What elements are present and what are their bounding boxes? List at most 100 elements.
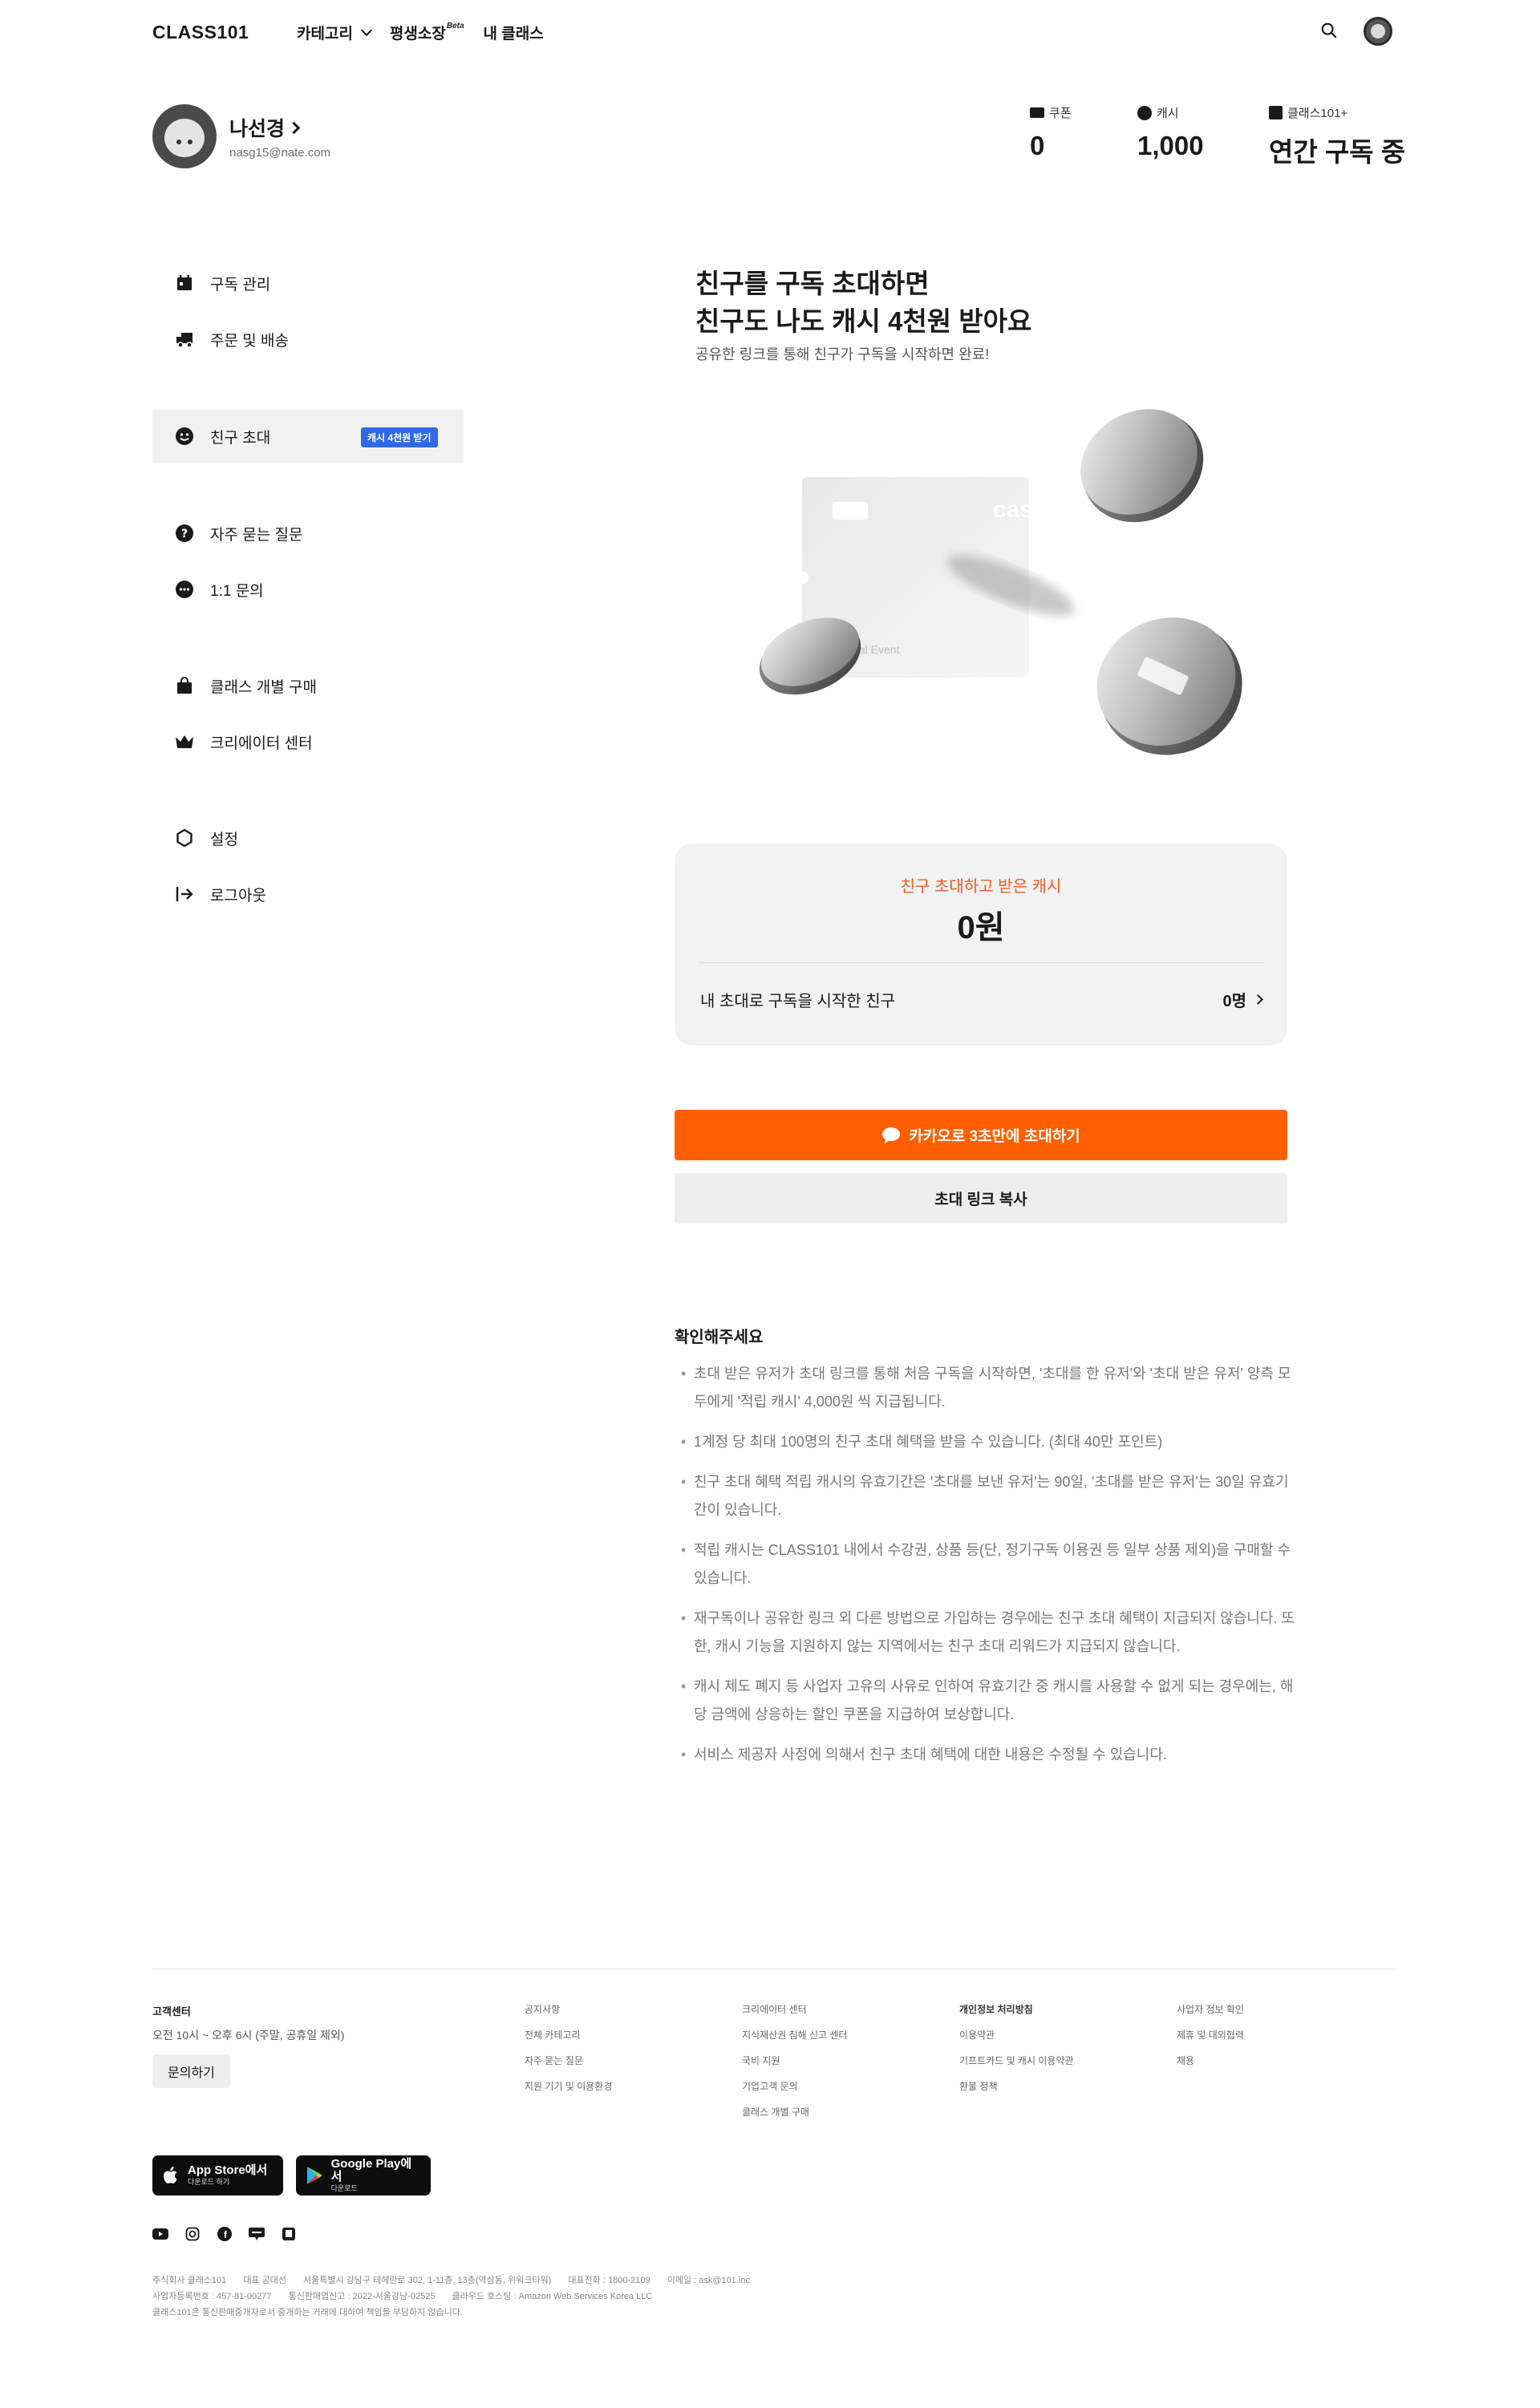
card-brand: cash [993,496,1048,523]
nav-category[interactable]: 카테고리 [297,22,372,43]
legal-text: 주식회사 클래스101 [152,2276,227,2285]
sidebar-item-orders[interactable]: 주문 및 배송 [152,313,464,366]
footer-links-col1: 공지사항 전체 카테고리 자주 묻는 질문 지원 기기 및 이용환경 [525,2003,612,2106]
chevron-down-icon [360,24,372,36]
smile-icon [173,425,196,447]
header-avatar[interactable] [1364,17,1392,46]
footer-links-col4: 사업자 정보 확인 제휴 및 대외협력 채용 [1177,2003,1244,2080]
post-icon[interactable] [281,2226,297,2242]
notice-list: 초대 받은 유저가 초대 링크를 통해 처음 구독을 시작하면, '초대를 한 … [681,1360,1299,1781]
crown-icon [173,730,196,753]
calendar-icon [1269,106,1283,119]
invite-summary-card: 친구 초대하고 받은 캐시 0원 내 초대로 구독을 시작한 친구 0명 [675,844,1287,1046]
invited-friends-count-wrap: 0명 [1222,988,1263,1011]
delivery-icon [173,328,196,350]
legal-text: 이메일 : ask@101.inc [667,2276,750,2285]
stat-subscription[interactable]: 클래스101+ 연간 구독 중 [1269,104,1405,169]
profile-name-link[interactable]: 나선경 [229,113,301,142]
footer-links-col2: 크리에이터 센터 지식재산권 침해 신고 센터 국비 지원 기업고객 문의 클래… [742,2003,847,2131]
blog-icon[interactable] [249,2226,265,2242]
notice-item: 초대 받은 유저가 초대 링크를 통해 처음 구독을 시작하면, '초대를 한 … [681,1360,1299,1416]
sidebar-item-class-purchase[interactable]: 클래스 개별 구매 [152,659,464,712]
coupon-value: 0 [1030,131,1045,160]
sidebar-item-label: 로그아웃 [210,887,266,905]
divider [699,962,1263,963]
beta-badge: Beta [446,21,464,30]
earned-cash-amount: 0원 [957,910,1005,945]
chat-bubble-icon [173,578,196,601]
chevron-right-icon [1253,994,1263,1005]
page-title-line2: 친구도 나도 캐시 4천원 받아요 [695,306,1032,336]
class101-logo[interactable]: CLASS101 [152,22,249,43]
stat-coupon[interactable]: 쿠폰 0 [1030,104,1072,161]
legal-line-1: 주식회사 클래스101 대표 공대선 서울특별시 강남구 테헤란로 302, 1… [152,2272,764,2289]
google-play-main: Google Play에서 [330,2157,412,2183]
nav-lifetime-text: 평생소장 [389,26,446,42]
footer-link[interactable]: 채용 [1177,2054,1244,2067]
footer-link[interactable]: 개인정보 처리방침 [959,2003,1073,2016]
cash-label: 캐시 [1157,107,1179,120]
invite-badge: 캐시 4천원 받기 [361,427,438,447]
nav-lifetime[interactable]: 평생소장Beta [390,22,464,43]
cash-value: 1,000 [1137,131,1204,160]
company-legal-info: 주식회사 클래스101 대표 공대선 서울특별시 강남구 테헤란로 302, 1… [152,2272,764,2321]
google-play-icon [306,2167,322,2184]
ticket-icon [1030,107,1044,118]
footer-link[interactable]: 환불 정책 [959,2080,1073,2093]
footer-link[interactable]: 지원 기기 및 이용환경 [525,2080,612,2093]
kakao-invite-button[interactable]: 카카오로 3초만에 초대하기 [675,1110,1287,1160]
footer-link[interactable]: 기프트카드 및 캐시 이용약관 [959,2054,1073,2067]
sidebar-item-subscription[interactable]: 구독 관리 [152,257,464,310]
sidebar-item-invite[interactable]: 친구 초대 캐시 4천원 받기 [152,410,464,463]
app-store-button[interactable]: App Store에서 다운로드 하기 [152,2155,283,2196]
footer-link[interactable]: 국비 지원 [742,2054,847,2067]
subscription-value: 연간 구독 중 [1269,137,1406,167]
google-play-text: Google Play에서 다운로드 [331,2158,421,2193]
notice-item: 서비스 제공자 사정에 의해서 친구 초대 혜택에 대한 내용은 수정될 수 있… [681,1741,1299,1769]
google-play-button[interactable]: Google Play에서 다운로드 [296,2155,431,2196]
sidebar-item-inquiry[interactable]: 1:1 문의 [152,563,464,616]
footer-link[interactable]: 기업고객 문의 [742,2080,847,2093]
nav-my-class[interactable]: 내 클래스 [484,22,544,43]
earned-cash-caption: 친구 초대하고 받은 캐시 [900,878,1062,896]
copy-invite-link-button[interactable]: 초대 링크 복사 [675,1173,1287,1224]
footer-links-col3: 개인정보 처리방침 이용약관 기프트카드 및 캐시 이용약관 환불 정책 [959,2003,1073,2106]
footer-link[interactable]: 사업자 정보 확인 [1177,2003,1244,2016]
svg-text:?: ? [181,528,188,540]
sidebar-item-settings[interactable]: 설정 [152,811,464,864]
page-title: 친구를 구독 초대하면 친구도 나도 캐시 4천원 받아요 [695,265,1031,340]
footer-link[interactable]: 지식재산권 침해 신고 센터 [742,2029,847,2042]
legal-text: 통신판매업신고 : 2022-서울강남-02525 [288,2292,436,2301]
search-icon[interactable] [1320,22,1338,39]
nav-my-class-label: 내 클래스 [483,26,544,42]
apple-icon [164,2167,177,2183]
youtube-icon[interactable] [152,2226,168,2242]
gear-icon [173,827,196,849]
coupon-label: 쿠폰 [1049,107,1072,120]
speech-bubble-icon [882,1127,901,1143]
page-title-line1: 친구를 구독 초대하면 [695,269,930,298]
instagram-icon[interactable] [184,2226,201,2242]
footer-link[interactable]: 전체 카테고리 [525,2029,612,2042]
invited-friends-row[interactable]: 내 초대로 구독을 시작한 친구 0명 [700,988,1263,1011]
sidebar-item-faq[interactable]: ? 자주 묻는 질문 [152,507,464,560]
legal-text: 대표전화 : 1800-2109 [568,2276,650,2285]
sidebar-item-logout[interactable]: 로그아웃 [152,868,464,921]
facebook-icon[interactable]: f [217,2226,233,2242]
sidebar-item-creator-center[interactable]: 크리에이터 센터 [152,715,464,768]
cash-card-illustration: cash Referral Event [690,409,1267,762]
contact-button[interactable]: 문의하기 [152,2054,230,2088]
footer-link[interactable]: 크리에이터 센터 [742,2003,847,2016]
calendar-icon [173,272,196,294]
logout-icon [173,883,196,905]
footer-link[interactable]: 이용약관 [959,2029,1073,2042]
profile-email: nasg15@nate.com [229,146,331,160]
footer-link[interactable]: 제휴 및 대외협력 [1177,2029,1244,2042]
footer-link[interactable]: 공지사항 [525,2003,612,2016]
nav-category-label: 카테고리 [297,26,353,42]
sidebar-item-label: 자주 묻는 질문 [210,526,303,544]
footer-link[interactable]: 클래스 개별 구매 [742,2106,847,2119]
footer-link[interactable]: 자주 묻는 질문 [525,2054,612,2067]
stat-cash[interactable]: 캐시 1,000 [1137,104,1204,161]
cash-icon [1137,105,1152,120]
